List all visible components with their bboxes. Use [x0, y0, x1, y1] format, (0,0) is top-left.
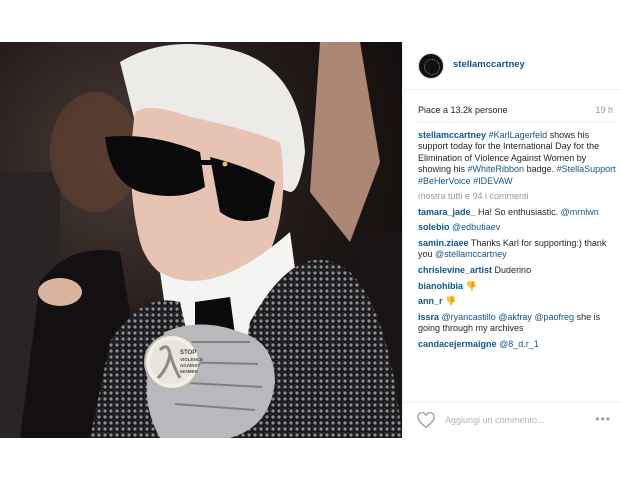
likes-row: Piace a 13.2k persone 19 h — [418, 105, 613, 115]
comment-item: issra @ryancastillo @akfray @paofreg she… — [418, 312, 616, 335]
comment-item: tamara_jade_ Ha! So enthusiastic. @mrnlw… — [418, 207, 616, 218]
caption-username[interactable]: stellamccartney — [418, 130, 486, 140]
mention-link[interactable]: @edbutiaev — [452, 222, 500, 232]
comment-item: chrislevine_artist Duderino — [418, 265, 616, 276]
mention-link[interactable]: @paofreg — [534, 312, 574, 322]
photo-illustration: STOP VIOLENCE AGAINST WOMEN — [0, 42, 402, 438]
comment-item: samin.ziaee Thanks Karl for supporting:)… — [418, 238, 616, 261]
mention-link[interactable]: #BeHerVoice — [418, 176, 471, 186]
comment-item: ann_r 👎 — [418, 296, 616, 307]
mention-link[interactable]: @akfray — [498, 312, 532, 322]
comment-text: Ha! So enthusiastic. — [475, 206, 561, 217]
comment-username[interactable]: chrislevine_artist — [418, 265, 492, 275]
comment-username[interactable]: samin.ziaee — [418, 238, 469, 248]
mention-link[interactable]: @mrnlwn — [561, 207, 599, 217]
post-timestamp[interactable]: 19 h — [595, 105, 613, 115]
show-all-comments-link[interactable]: mostra tutti e 94 i commenti — [418, 191, 616, 202]
comment-text: 👎 — [463, 280, 477, 291]
badge-line-1: STOP — [180, 350, 196, 356]
likes-count[interactable]: Piace a 13.2k persone — [418, 105, 508, 115]
comments-list: stellamccartney #KarlLagerfeld shows his… — [418, 130, 616, 354]
comment-username[interactable]: ann_r — [418, 296, 443, 306]
comment-text: Duderino — [492, 265, 532, 275]
comment-text: 👎 — [442, 296, 457, 307]
comment-username[interactable]: issra — [418, 312, 439, 322]
post-photo[interactable]: STOP VIOLENCE AGAINST WOMEN — [0, 42, 402, 438]
avatar[interactable] — [418, 53, 444, 79]
post-sidebar: stellamccartney Piace a 13.2k persone 19… — [402, 42, 620, 438]
mention-link[interactable]: #StellaSupport — [557, 164, 616, 174]
badge-line-4: WOMEN — [180, 369, 198, 374]
mention-link[interactable]: #WhiteRibbon — [468, 164, 525, 174]
instagram-post: STOP VIOLENCE AGAINST WOMEN stellamccart… — [0, 42, 620, 438]
comment-username[interactable]: bianohibia — [418, 281, 463, 291]
mention-link[interactable]: @ryancastillo — [442, 312, 496, 322]
comment-item: solebio @edbutiaev — [418, 222, 616, 233]
add-comment-row: Aggiungi un commento... ••• — [403, 402, 620, 438]
post-header: stellamccartney — [403, 42, 620, 90]
comment-username[interactable]: solebio — [418, 222, 450, 232]
comment-text: badge. — [524, 164, 557, 175]
badge-line-3: AGAINST — [180, 363, 201, 368]
more-options-icon[interactable]: ••• — [595, 412, 611, 426]
badge-line-2: VIOLENCE — [180, 357, 203, 362]
mention-link[interactable]: @stellamccartney — [435, 249, 507, 259]
divider — [418, 122, 613, 123]
comment-item: candacejermaigne @8_d.r_1 — [418, 339, 616, 350]
caption: stellamccartney #KarlLagerfeld shows his… — [418, 130, 616, 187]
heart-icon[interactable] — [416, 411, 436, 429]
comment-username[interactable]: candacejermaigne — [418, 339, 497, 349]
header-username[interactable]: stellamccartney — [453, 59, 525, 70]
comment-item: bianohibia 👎 — [418, 281, 616, 292]
comment-username[interactable]: tamara_jade_ — [418, 207, 476, 217]
mention-link[interactable]: @8_d.r_1 — [499, 339, 539, 349]
add-comment-input[interactable]: Aggiungi un commento... — [445, 415, 545, 425]
mention-link[interactable]: #KarlLagerfeld — [489, 130, 548, 140]
mention-link[interactable]: #IDEVAW — [473, 176, 513, 186]
